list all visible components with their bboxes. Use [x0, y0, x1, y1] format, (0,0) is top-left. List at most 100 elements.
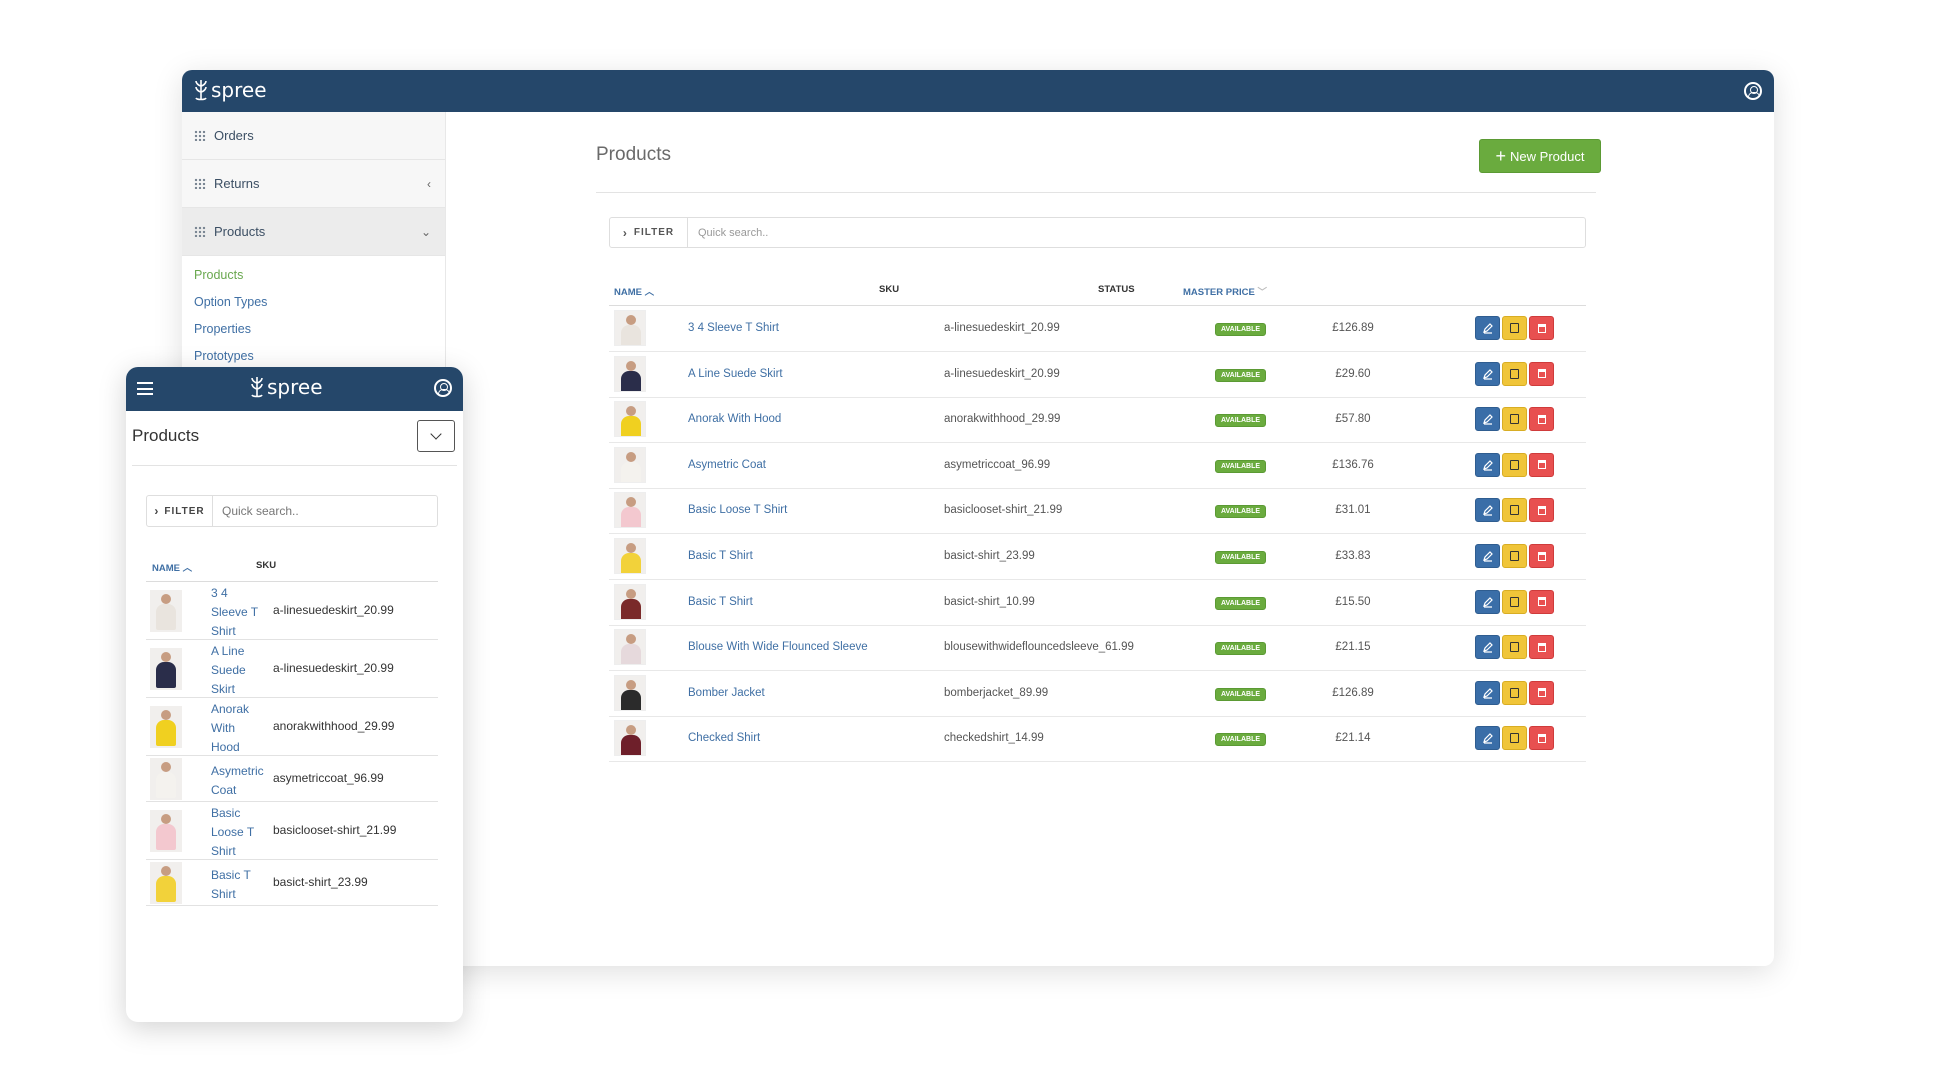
product-thumbnail[interactable]: [614, 492, 646, 529]
product-price: £21.15: [1335, 641, 1371, 654]
clone-button[interactable]: [1502, 407, 1527, 432]
delete-button[interactable]: [1529, 726, 1554, 751]
product-name-link[interactable]: Asymetric Coat: [211, 762, 267, 800]
clone-button[interactable]: [1502, 498, 1527, 523]
edit-button[interactable]: [1475, 726, 1500, 751]
filter-toggle-button[interactable]: › FILTER: [610, 218, 688, 247]
delete-button[interactable]: [1529, 407, 1554, 432]
sidebar-item-returns[interactable]: Returns ‹: [182, 160, 445, 208]
product-name-link[interactable]: A Line Suede Skirt: [211, 642, 267, 699]
product-thumbnail[interactable]: [614, 401, 646, 438]
clone-button[interactable]: [1502, 452, 1527, 477]
sidebar-item-orders[interactable]: Orders: [182, 112, 445, 160]
product-name-link[interactable]: Basic T Shirt: [211, 866, 267, 904]
product-thumbnail[interactable]: [150, 706, 182, 748]
edit-button[interactable]: [1475, 635, 1500, 660]
table-row: Checked Shirt checkedshirt_14.99 AVAILABLE…: [609, 716, 1586, 763]
delete-button[interactable]: [1529, 316, 1554, 340]
sidebar-item-products[interactable]: Products ⌄: [182, 208, 445, 256]
product-thumbnail[interactable]: [150, 810, 182, 852]
product-thumbnail[interactable]: [614, 583, 646, 620]
product-name-link[interactable]: A Line Suede Skirt: [688, 368, 783, 380]
edit-button[interactable]: [1475, 361, 1500, 386]
product-thumbnail[interactable]: [614, 538, 646, 574]
status-badge: AVAILABLE: [1215, 505, 1267, 519]
column-header-name[interactable]: NAME ︿: [614, 284, 654, 298]
product-name-link[interactable]: Basic Loose T Shirt: [211, 804, 267, 861]
sidebar-subitem-properties[interactable]: Properties: [182, 316, 445, 343]
delete-button[interactable]: [1529, 680, 1554, 705]
spree-logo[interactable]: spree: [250, 375, 323, 399]
product-name-link[interactable]: 3 4 Sleeve T Shirt: [211, 584, 267, 641]
product-sku: blousewithwideflouncedsleeve_61.99: [944, 641, 1134, 654]
product-thumbnail[interactable]: [614, 355, 646, 392]
trash-icon: [1537, 414, 1546, 424]
quick-search-input[interactable]: Quick search..: [213, 504, 299, 518]
clone-button[interactable]: [1502, 589, 1527, 614]
new-product-button[interactable]: + New Product: [1479, 139, 1601, 173]
column-header-master-price[interactable]: MASTER PRICE ﹀: [1183, 284, 1267, 298]
table-row: Basic T Shirt basict-shirt_23.99: [146, 860, 438, 906]
delete-button[interactable]: [1529, 361, 1554, 386]
product-thumbnail[interactable]: [150, 648, 182, 690]
quick-search-input[interactable]: Quick search..: [688, 227, 768, 239]
page-title: Products: [596, 144, 671, 165]
product-thumbnail[interactable]: [614, 629, 646, 666]
user-account-icon[interactable]: [434, 379, 452, 397]
edit-button[interactable]: [1475, 680, 1500, 705]
table-header: NAME ︿ SKU STATUS MASTER PRICE ﹀: [609, 280, 1586, 302]
clone-button[interactable]: [1502, 635, 1527, 660]
delete-button[interactable]: [1529, 635, 1554, 660]
edit-button[interactable]: [1475, 498, 1500, 523]
table-row: Anorak With Hood anorakwithhood_29.99: [146, 698, 438, 756]
product-sku: a-linesuedeskirt_20.99: [273, 603, 394, 617]
column-header-name[interactable]: NAME ︿: [152, 560, 192, 574]
edit-button[interactable]: [1475, 316, 1500, 340]
spree-sprout-icon: [251, 377, 263, 398]
clone-button[interactable]: [1502, 361, 1527, 386]
actions-dropdown-button[interactable]: [417, 420, 455, 452]
user-account-icon[interactable]: [1744, 82, 1762, 100]
clone-button[interactable]: [1502, 726, 1527, 751]
product-thumbnail[interactable]: [614, 720, 646, 757]
column-name-label: NAME: [614, 287, 642, 298]
delete-button[interactable]: [1529, 452, 1554, 477]
product-thumbnail[interactable]: [150, 758, 182, 800]
filter-toggle-button[interactable]: › FILTER: [147, 496, 213, 526]
delete-button[interactable]: [1529, 589, 1554, 614]
product-name-link[interactable]: 3 4 Sleeve T Shirt: [688, 322, 779, 334]
product-name-link[interactable]: Checked Shirt: [688, 732, 760, 744]
product-name-link[interactable]: Basic T Shirt: [688, 550, 753, 562]
product-thumbnail[interactable]: [150, 862, 182, 904]
product-thumbnail[interactable]: [614, 310, 646, 346]
hamburger-menu-icon[interactable]: [137, 382, 153, 395]
delete-button[interactable]: [1529, 544, 1554, 568]
column-header-sku: SKU: [256, 560, 277, 571]
product-name-link[interactable]: Blouse With Wide Flounced Sleeve: [688, 641, 868, 653]
sidebar-subitem-products[interactable]: Products: [182, 262, 445, 289]
edit-button[interactable]: [1475, 544, 1500, 568]
product-name-link[interactable]: Bomber Jacket: [688, 687, 765, 699]
row-actions: [1475, 635, 1556, 660]
edit-button[interactable]: [1475, 452, 1500, 477]
product-name-link[interactable]: Basic Loose T Shirt: [688, 504, 787, 516]
clone-button[interactable]: [1502, 680, 1527, 705]
product-name-link[interactable]: Basic T Shirt: [688, 596, 753, 608]
brand-name: spree: [211, 78, 267, 102]
sidebar-subitem-option-types[interactable]: Option Types: [182, 289, 445, 316]
product-thumbnail[interactable]: [614, 674, 646, 711]
clone-button[interactable]: [1502, 316, 1527, 340]
edit-button[interactable]: [1475, 407, 1500, 432]
product-name-link[interactable]: Anorak With Hood: [688, 413, 781, 425]
clone-button[interactable]: [1502, 544, 1527, 568]
sidebar-subitem-prototypes[interactable]: Prototypes: [182, 343, 445, 370]
product-price: £126.89: [1332, 686, 1374, 699]
delete-button[interactable]: [1529, 498, 1554, 523]
product-thumbnail[interactable]: [614, 446, 646, 483]
row-actions: [1475, 498, 1556, 523]
product-name-link[interactable]: Asymetric Coat: [688, 459, 766, 471]
edit-button[interactable]: [1475, 589, 1500, 614]
product-thumbnail[interactable]: [150, 590, 182, 632]
product-name-link[interactable]: Anorak With Hood: [211, 700, 267, 757]
spree-logo[interactable]: spree: [194, 78, 267, 102]
